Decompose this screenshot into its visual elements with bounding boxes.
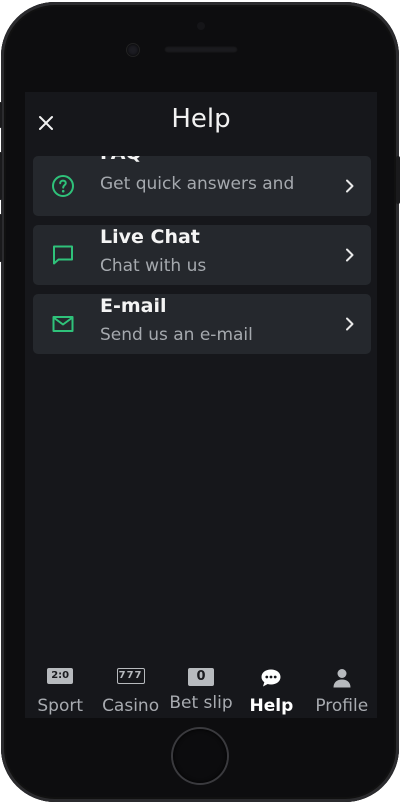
scoreboard-icon: 2:0 [47, 668, 74, 684]
volume-down-button [0, 214, 2, 262]
bet-slip-icon: 0 [187, 668, 214, 686]
front-camera [127, 44, 139, 56]
help-item-live-chat[interactable]: Live Chat Chat with us [33, 225, 371, 285]
tab-profile[interactable]: Profile [307, 660, 377, 718]
help-item-subtitle: Get quick answers and [100, 174, 295, 194]
help-item-title: E-mail [100, 295, 167, 317]
question-circle-icon [52, 175, 74, 197]
phone-frame: Help FAQ Get quick answers and Liv [0, 2, 400, 802]
help-header: Help [25, 92, 377, 154]
tab-profile-label: Profile [315, 696, 369, 716]
slot-machine-icon: 777 [116, 668, 145, 684]
power-button [396, 156, 400, 204]
help-item-subtitle: Send us an e-mail [100, 325, 253, 345]
bottom-tab-bar: 2:0 Sport 777 Casino 0 Bet slip Help Pro… [25, 660, 377, 718]
help-item-faq[interactable]: FAQ Get quick answers and [33, 156, 371, 216]
help-item-title: Live Chat [100, 226, 200, 248]
app-screen: Help FAQ Get quick answers and Liv [25, 92, 377, 718]
help-item-title: FAQ [100, 156, 142, 164]
help-options-list: FAQ Get quick answers and Live Chat Chat… [33, 156, 371, 363]
chevron-right-icon [346, 248, 354, 262]
tab-sport[interactable]: 2:0 Sport [25, 660, 95, 718]
proximity-sensor [197, 22, 205, 30]
tab-bet-slip[interactable]: 0 Bet slip [166, 660, 236, 718]
user-icon [333, 669, 351, 688]
envelope-icon [52, 316, 74, 332]
chat-bubble-icon [53, 245, 73, 265]
volume-up-button [0, 152, 2, 200]
chevron-right-icon [346, 317, 354, 331]
help-item-email[interactable]: E-mail Send us an e-mail [33, 294, 371, 354]
speech-bubble-icon [261, 669, 281, 687]
tab-casino[interactable]: 777 Casino [95, 660, 165, 718]
earpiece-speaker [164, 46, 238, 53]
tab-help[interactable]: Help [236, 660, 306, 718]
page-title: Help [171, 104, 231, 134]
chevron-right-icon [346, 179, 354, 193]
mute-switch [0, 102, 2, 128]
home-button[interactable] [173, 729, 227, 783]
help-item-subtitle: Chat with us [100, 256, 207, 276]
